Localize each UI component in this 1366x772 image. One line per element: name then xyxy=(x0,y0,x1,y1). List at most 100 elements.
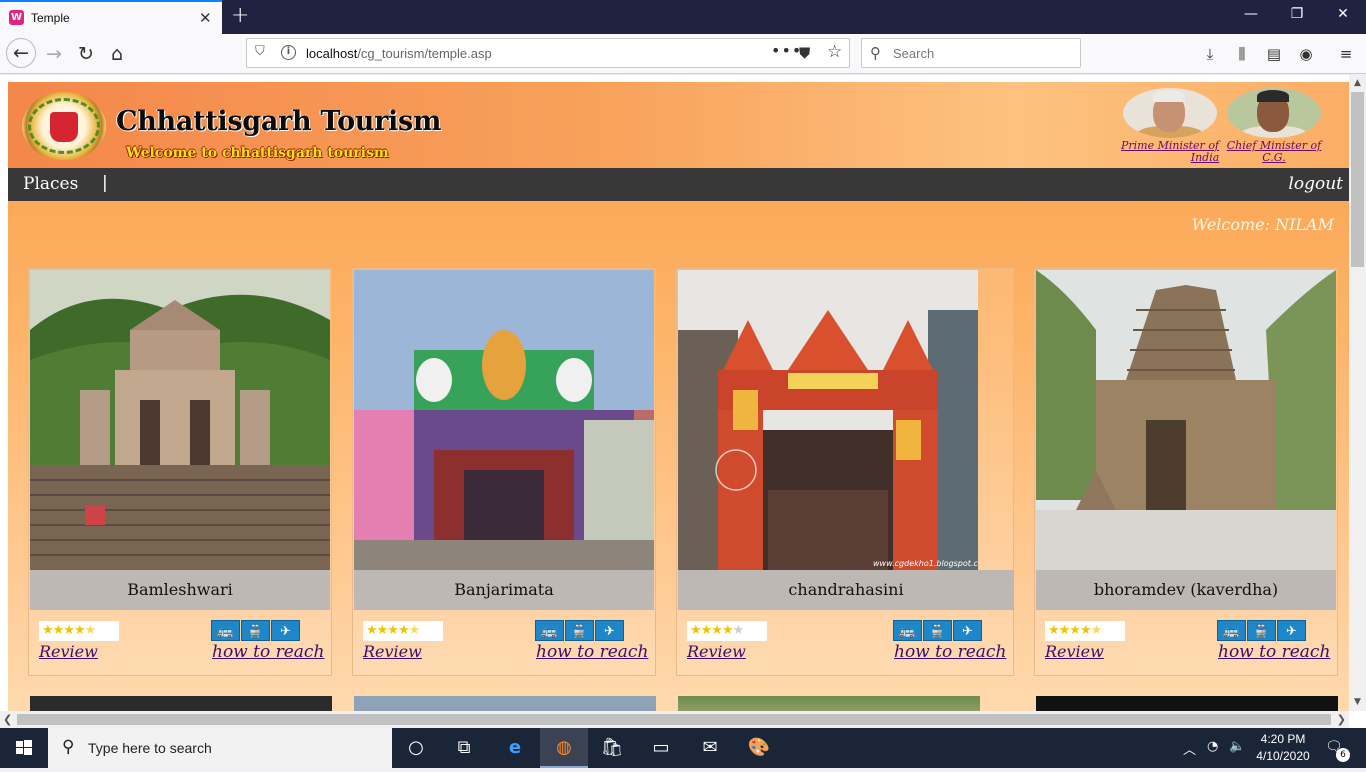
plane-icon[interactable]: ✈ xyxy=(1277,620,1306,641)
review-link[interactable]: Review xyxy=(39,642,98,661)
photo-hair xyxy=(1257,90,1289,102)
bookmark-star-icon[interactable]: ☆ xyxy=(827,42,842,62)
vertical-scrollbar[interactable]: ▲ ▼ xyxy=(1349,75,1366,711)
close-window-button[interactable]: ✕ xyxy=(1333,6,1353,22)
tab-title: Temple xyxy=(31,11,70,25)
start-button[interactable] xyxy=(0,728,48,768)
scroll-left-icon[interactable]: ❮ xyxy=(3,711,12,728)
cortana-icon[interactable]: ○ xyxy=(392,728,440,768)
prime-minister-link[interactable]: Prime Minister of India xyxy=(1120,140,1220,164)
prime-minister-photo[interactable] xyxy=(1123,88,1217,138)
how-to-reach-link[interactable]: how to reach xyxy=(536,642,648,662)
search-icon: ⚲ xyxy=(62,737,75,757)
bus-icon[interactable]: 🚌 xyxy=(1217,620,1246,641)
review-link[interactable]: Review xyxy=(363,642,422,661)
how-to-reach-link[interactable]: how to reach xyxy=(894,642,1006,662)
task-view-icon[interactable]: ⧉ xyxy=(440,728,488,768)
temple-photo[interactable]: www.cgdekho1.blogspot.com xyxy=(678,270,978,570)
temple-name: bhoramdev (kaverdha) xyxy=(1036,570,1336,610)
horizontal-scroll-thumb[interactable] xyxy=(17,714,1331,725)
train-icon[interactable]: 🚆 xyxy=(241,620,270,641)
clock-date: 4/10/2020 xyxy=(1256,749,1310,763)
temple-card: Bamleshwari ★★★★★ Review 🚌 🚆 ✈ how to re… xyxy=(28,268,332,676)
download-icon[interactable]: ⤓ xyxy=(1199,43,1221,65)
url-text[interactable]: localhost/cg_tourism/temple.asp xyxy=(306,46,492,61)
bus-icon[interactable]: 🚌 xyxy=(211,620,240,641)
search-bar[interactable]: ⚲ Search xyxy=(861,38,1081,68)
address-bar[interactable]: ⛉ i localhost/cg_tourism/temple.asp ••• … xyxy=(246,38,850,68)
reload-button[interactable]: ↻ xyxy=(72,41,100,67)
back-button[interactable]: ← xyxy=(6,38,36,68)
review-link[interactable]: Review xyxy=(687,642,746,661)
minimize-button[interactable]: — xyxy=(1241,6,1261,22)
emblem-shield xyxy=(50,112,78,142)
temple-name: Banjarimata xyxy=(354,570,654,610)
menu-icon[interactable]: ≡ xyxy=(1335,43,1357,65)
horizontal-scrollbar[interactable]: ❮ ❯ xyxy=(0,711,1349,728)
chief-minister-block[interactable]: Chief Minister of C.G. xyxy=(1224,88,1324,164)
forward-button[interactable]: → xyxy=(40,41,68,67)
temple-photo[interactable] xyxy=(354,270,654,570)
browser-tab[interactable]: W Temple ✕ xyxy=(0,0,222,34)
clock[interactable]: 4:20 PM 4/10/2020 xyxy=(1250,731,1316,765)
pm-label-2: India xyxy=(1190,151,1220,164)
scroll-right-icon[interactable]: ❯ xyxy=(1337,711,1346,728)
paint-icon[interactable]: 🎨 xyxy=(735,728,783,768)
info-icon[interactable]: i xyxy=(281,45,296,60)
plane-icon[interactable]: ✈ xyxy=(953,620,982,641)
account-icon[interactable]: ◉ xyxy=(1295,43,1317,65)
sidebar-icon[interactable]: ▤ xyxy=(1263,43,1285,65)
restore-button[interactable]: ❐ xyxy=(1287,6,1307,22)
shield-icon[interactable]: ⛉ xyxy=(255,44,265,59)
new-tab-button[interactable]: + xyxy=(231,3,249,28)
train-icon[interactable]: 🚆 xyxy=(1247,620,1276,641)
temple-card: Banjarimata ★★★★★ Review 🚌 🚆 ✈ how to re… xyxy=(352,268,656,676)
temple-photo[interactable] xyxy=(1036,270,1336,570)
menu-separator: | xyxy=(102,173,108,193)
taskbar-search-placeholder: Type here to search xyxy=(88,740,212,756)
transport-icons: 🚌 🚆 ✈ xyxy=(211,620,300,641)
volume-icon[interactable]: 🔈 xyxy=(1229,739,1245,754)
taskbar-search-box[interactable]: ⚲ Type here to search xyxy=(48,728,392,768)
network-icon[interactable]: ◔ xyxy=(1207,739,1218,754)
cm-label-2: C.G. xyxy=(1262,151,1286,164)
terminal-icon[interactable]: ▭ xyxy=(637,728,685,768)
menu-places[interactable]: Places xyxy=(23,174,78,194)
page-actions-icon[interactable]: ••• xyxy=(771,41,802,60)
tab-close-icon[interactable]: ✕ xyxy=(199,9,212,27)
search-placeholder: Search xyxy=(893,46,935,61)
train-icon[interactable]: 🚆 xyxy=(923,620,952,641)
bus-icon[interactable]: 🚌 xyxy=(893,620,922,641)
library-icon[interactable]: ⫼ xyxy=(1231,43,1253,65)
transport-icons: 🚌 🚆 ✈ xyxy=(535,620,624,641)
scroll-up-icon[interactable]: ▲ xyxy=(1349,75,1366,92)
rating-stars: ★★★★★ xyxy=(363,621,443,641)
mail-icon[interactable]: ✉ xyxy=(686,728,734,768)
firefox-icon[interactable]: ◍ xyxy=(540,728,588,768)
welcome-user-text: Welcome: NILAM xyxy=(1191,215,1334,234)
rating-stars: ★★★★★ xyxy=(1045,621,1125,641)
edge-icon[interactable]: e xyxy=(491,728,539,768)
bus-icon[interactable]: 🚌 xyxy=(535,620,564,641)
temple-name: Bamleshwari xyxy=(30,570,330,610)
how-to-reach-link[interactable]: how to reach xyxy=(212,642,324,662)
home-icon[interactable]: ⌂ xyxy=(103,41,131,67)
tray-chevron-icon[interactable]: ︿ xyxy=(1183,739,1196,758)
chief-minister-link[interactable]: Chief Minister of C.G. xyxy=(1224,140,1324,164)
prime-minister-block[interactable]: Prime Minister of India xyxy=(1120,88,1220,164)
chief-minister-photo[interactable] xyxy=(1227,88,1321,138)
store-icon[interactable]: 🛍 xyxy=(588,728,636,768)
how-to-reach-link[interactable]: how to reach xyxy=(1218,642,1330,662)
train-icon[interactable]: 🚆 xyxy=(565,620,594,641)
plane-icon[interactable]: ✈ xyxy=(271,620,300,641)
site-title: Chhattisgarh Tourism xyxy=(116,106,442,137)
vertical-scroll-thumb[interactable] xyxy=(1351,92,1364,267)
pocket-icon[interactable]: ⛊ xyxy=(799,44,810,62)
site-header: Chhattisgarh Tourism Welcome to chhattis… xyxy=(8,82,1349,168)
logout-link[interactable]: logout xyxy=(1288,174,1343,194)
temple-photo[interactable] xyxy=(30,270,330,570)
review-link[interactable]: Review xyxy=(1045,642,1104,661)
plane-icon[interactable]: ✈ xyxy=(595,620,624,641)
scroll-down-icon[interactable]: ▼ xyxy=(1349,694,1366,711)
rating-stars: ★★★★★ xyxy=(39,621,119,641)
